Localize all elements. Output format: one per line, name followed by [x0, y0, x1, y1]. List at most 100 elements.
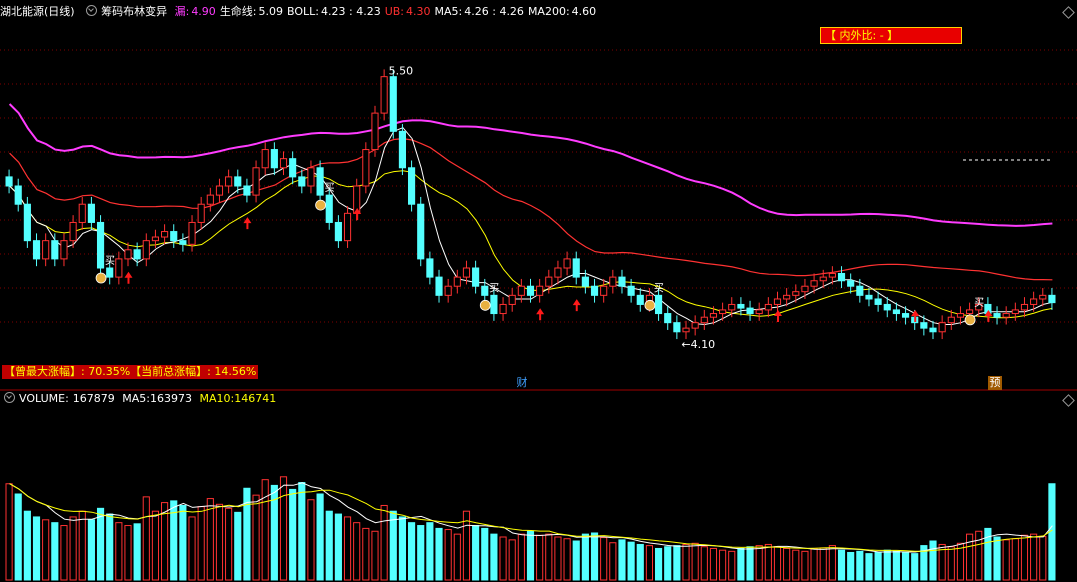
volume-bar — [426, 522, 434, 581]
candle-body — [1002, 313, 1010, 318]
forecast-event-tag[interactable]: 预 — [988, 376, 1002, 390]
candle-body — [289, 158, 297, 178]
volume-bar — [325, 510, 333, 581]
candle-body — [764, 303, 772, 311]
volume-bar — [115, 522, 123, 581]
volume-bar — [883, 549, 891, 581]
volume-bar — [261, 479, 269, 581]
volume-bar — [1030, 533, 1038, 581]
candle-body — [362, 149, 370, 187]
volume-bar — [417, 525, 425, 581]
candle-body — [837, 272, 846, 282]
candle-body — [161, 231, 169, 238]
candle-body — [499, 303, 507, 315]
money-bag-icon — [479, 299, 491, 311]
money-bag-icon — [644, 299, 656, 311]
volume-bar — [590, 532, 599, 581]
candle-body — [801, 285, 809, 293]
candle-body — [42, 240, 50, 260]
candle-body — [78, 203, 86, 223]
candle-body — [197, 203, 205, 223]
volume-bar — [380, 504, 388, 581]
candle-body — [206, 194, 214, 205]
volume-bar — [499, 536, 507, 581]
volume-bar — [151, 510, 160, 581]
candle-body — [737, 303, 745, 309]
candle-body — [600, 285, 608, 296]
candle-body — [673, 322, 681, 333]
candle-body — [96, 221, 105, 269]
candle-body — [993, 313, 1001, 318]
candle-body — [69, 221, 77, 242]
candle-body — [636, 294, 644, 305]
volume-bar — [353, 522, 361, 581]
candle-body — [746, 307, 754, 315]
volume-bar — [316, 493, 324, 581]
candle-body — [828, 272, 836, 278]
volume-bar — [828, 545, 836, 581]
candle-body — [270, 149, 278, 169]
volume-bar — [847, 551, 855, 581]
money-bag-icon — [964, 314, 976, 326]
high-price-label: 5.50 — [389, 65, 414, 78]
candle-body — [398, 130, 407, 169]
candle-body — [1039, 294, 1047, 300]
volume-bar — [517, 533, 525, 581]
candle-body — [481, 285, 489, 296]
candle-body — [700, 316, 708, 324]
life-line — [9, 137, 1053, 281]
candle-body — [947, 316, 955, 324]
volume-value: 167879 — [72, 392, 115, 405]
candle-body — [654, 294, 663, 315]
volume-bar — [554, 536, 562, 581]
volume-bar — [792, 549, 800, 581]
volume-bar — [206, 498, 214, 581]
candle-body — [5, 176, 13, 187]
volume-bar — [472, 525, 480, 581]
volume-bar — [289, 488, 297, 581]
buy-arrow-icon — [572, 299, 581, 312]
volume-bar — [42, 519, 50, 581]
candle-body — [453, 276, 461, 287]
volume-bar — [545, 533, 553, 581]
candle-body — [472, 267, 480, 287]
volume-bar — [490, 533, 498, 581]
candle-body — [517, 285, 525, 296]
volume-bar — [810, 548, 818, 581]
volume-bar — [874, 551, 882, 581]
volume-bar — [343, 516, 352, 581]
candle-body — [51, 240, 59, 260]
volume-bar — [673, 545, 681, 581]
candle-body — [380, 76, 388, 114]
candle-body — [14, 185, 22, 205]
candle-body — [874, 298, 882, 305]
volume-bar — [737, 547, 745, 581]
volume-bar — [32, 516, 41, 581]
candle-body — [334, 221, 342, 242]
candle-body — [728, 303, 736, 311]
volume-bar — [536, 534, 544, 581]
candle-body — [389, 76, 397, 132]
volume-bar — [755, 545, 763, 581]
volume-settings-icon[interactable] — [4, 392, 15, 403]
finance-event-tag[interactable]: 财 — [515, 376, 529, 390]
candle-body — [1020, 303, 1029, 311]
candle-body — [618, 276, 626, 287]
volume-bar — [709, 547, 718, 581]
candle-body — [865, 294, 873, 300]
candle-body — [225, 176, 233, 187]
candle-body — [966, 309, 974, 315]
volume-bar — [993, 536, 1001, 581]
volume-bar — [179, 504, 187, 581]
candle-body — [536, 285, 544, 296]
low-price-label: ←4.10 — [681, 338, 715, 351]
volume-bar — [298, 482, 306, 581]
candle-body — [883, 303, 891, 311]
candle-body — [691, 322, 699, 329]
candle-body — [316, 167, 324, 196]
volume-bar — [1020, 534, 1029, 581]
candle-body — [215, 185, 224, 196]
candle-body — [783, 294, 791, 300]
volume-bar — [627, 541, 635, 581]
buy-arrow-icon — [536, 308, 545, 321]
